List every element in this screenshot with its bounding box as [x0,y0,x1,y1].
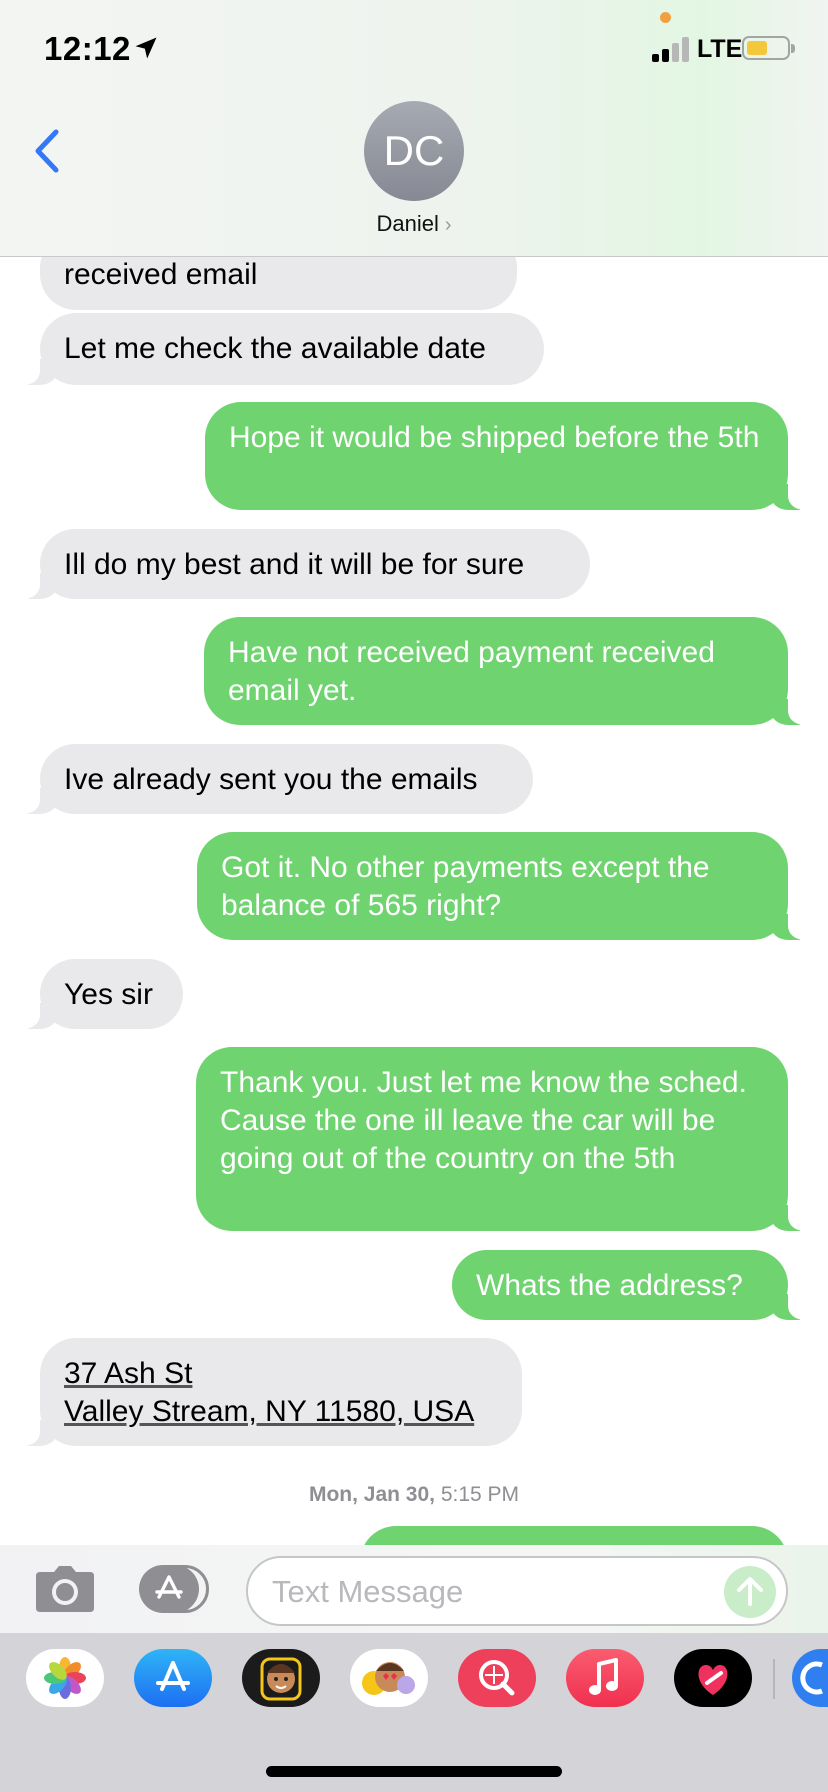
memoji-icon[interactable] [242,1649,320,1707]
outgoing-message[interactable]: Got it. No other payments except the bal… [197,832,818,940]
cell-signal-icon [652,36,690,62]
music-icon[interactable] [566,1649,644,1707]
app-store-a-icon [155,1575,183,1599]
drawer-separator [773,1659,775,1699]
battery-icon [742,36,795,60]
address-link-line2[interactable]: Valley Stream, NY 11580, USA [64,1393,498,1431]
message-text: Ill do my best and it will be for sure [64,548,525,581]
message-composer [0,1545,828,1633]
message-text: Yes sir [64,978,153,1011]
send-button[interactable] [724,1566,776,1618]
message-text-field[interactable] [246,1556,788,1626]
timestamp-day: Mon, Jan 30, [308,1483,435,1506]
conversation-header: 12:12 LTE DC Daniel › [0,0,828,257]
animoji-stickers-icon[interactable] [350,1649,428,1707]
message-text: Hope it would be shipped before the 5th [229,421,760,454]
outgoing-message[interactable]: Thank you. Just let me know the sched. C… [196,1047,818,1231]
message-text: Got it. No other payments except the bal… [221,851,710,922]
photos-icon[interactable] [26,1649,104,1707]
conversation-timestamp: Mon, Jan 30, 5:15 PM [0,1483,828,1507]
message-input[interactable] [272,1570,712,1614]
app-store-toggle-button[interactable] [139,1565,211,1613]
outgoing-message[interactable]: Hope it would be shipped before the 5th [205,402,818,510]
incoming-message[interactable]: Ive already sent you the emails [10,744,533,814]
address-link-line1[interactable]: 37 Ash St [64,1355,498,1393]
message-text: Have not received payment received email… [228,636,715,707]
outgoing-message-partial[interactable] [360,1526,788,1545]
imessage-app-drawer [0,1633,828,1792]
status-time: 12:12 [44,30,131,67]
message-text: received email [64,258,258,291]
location-arrow-icon [135,37,157,59]
camera-icon[interactable] [34,1564,96,1614]
arrow-up-icon [737,1577,763,1606]
home-indicator[interactable] [266,1766,562,1777]
incoming-message[interactable]: Let me check the available date [10,313,544,385]
heart-app-icon[interactable] [674,1649,752,1707]
outgoing-message[interactable]: Whats the address? [452,1250,818,1320]
incoming-message[interactable]: Ill do my best and it will be for sure [10,529,590,599]
contact-avatar[interactable]: DC [364,101,464,201]
message-text: Whats the address? [476,1269,743,1302]
message-text: Thank you. Just let me know the sched. C… [220,1066,747,1175]
message-text: Ive already sent you the emails [64,763,478,796]
chevron-right-icon: › [444,214,452,236]
contact-name-button[interactable]: Daniel › [0,211,828,237]
message-text: Let me check the available date [64,332,486,365]
back-chevron-icon[interactable] [28,126,68,176]
privacy-indicator-dot [660,12,671,23]
incoming-address-message[interactable]: 37 Ash St Valley Stream, NY 11580, USA [10,1338,522,1446]
incoming-message[interactable]: Yes sir [10,959,183,1029]
network-type: LTE [697,35,743,63]
image-search-icon[interactable] [458,1649,536,1707]
partial-app-icon[interactable] [792,1649,828,1707]
contact-name: Daniel [376,211,439,236]
app-store-icon[interactable] [134,1649,212,1707]
outgoing-message[interactable]: Have not received payment received email… [204,617,818,725]
timestamp-time: 5:15 PM [440,1483,520,1506]
